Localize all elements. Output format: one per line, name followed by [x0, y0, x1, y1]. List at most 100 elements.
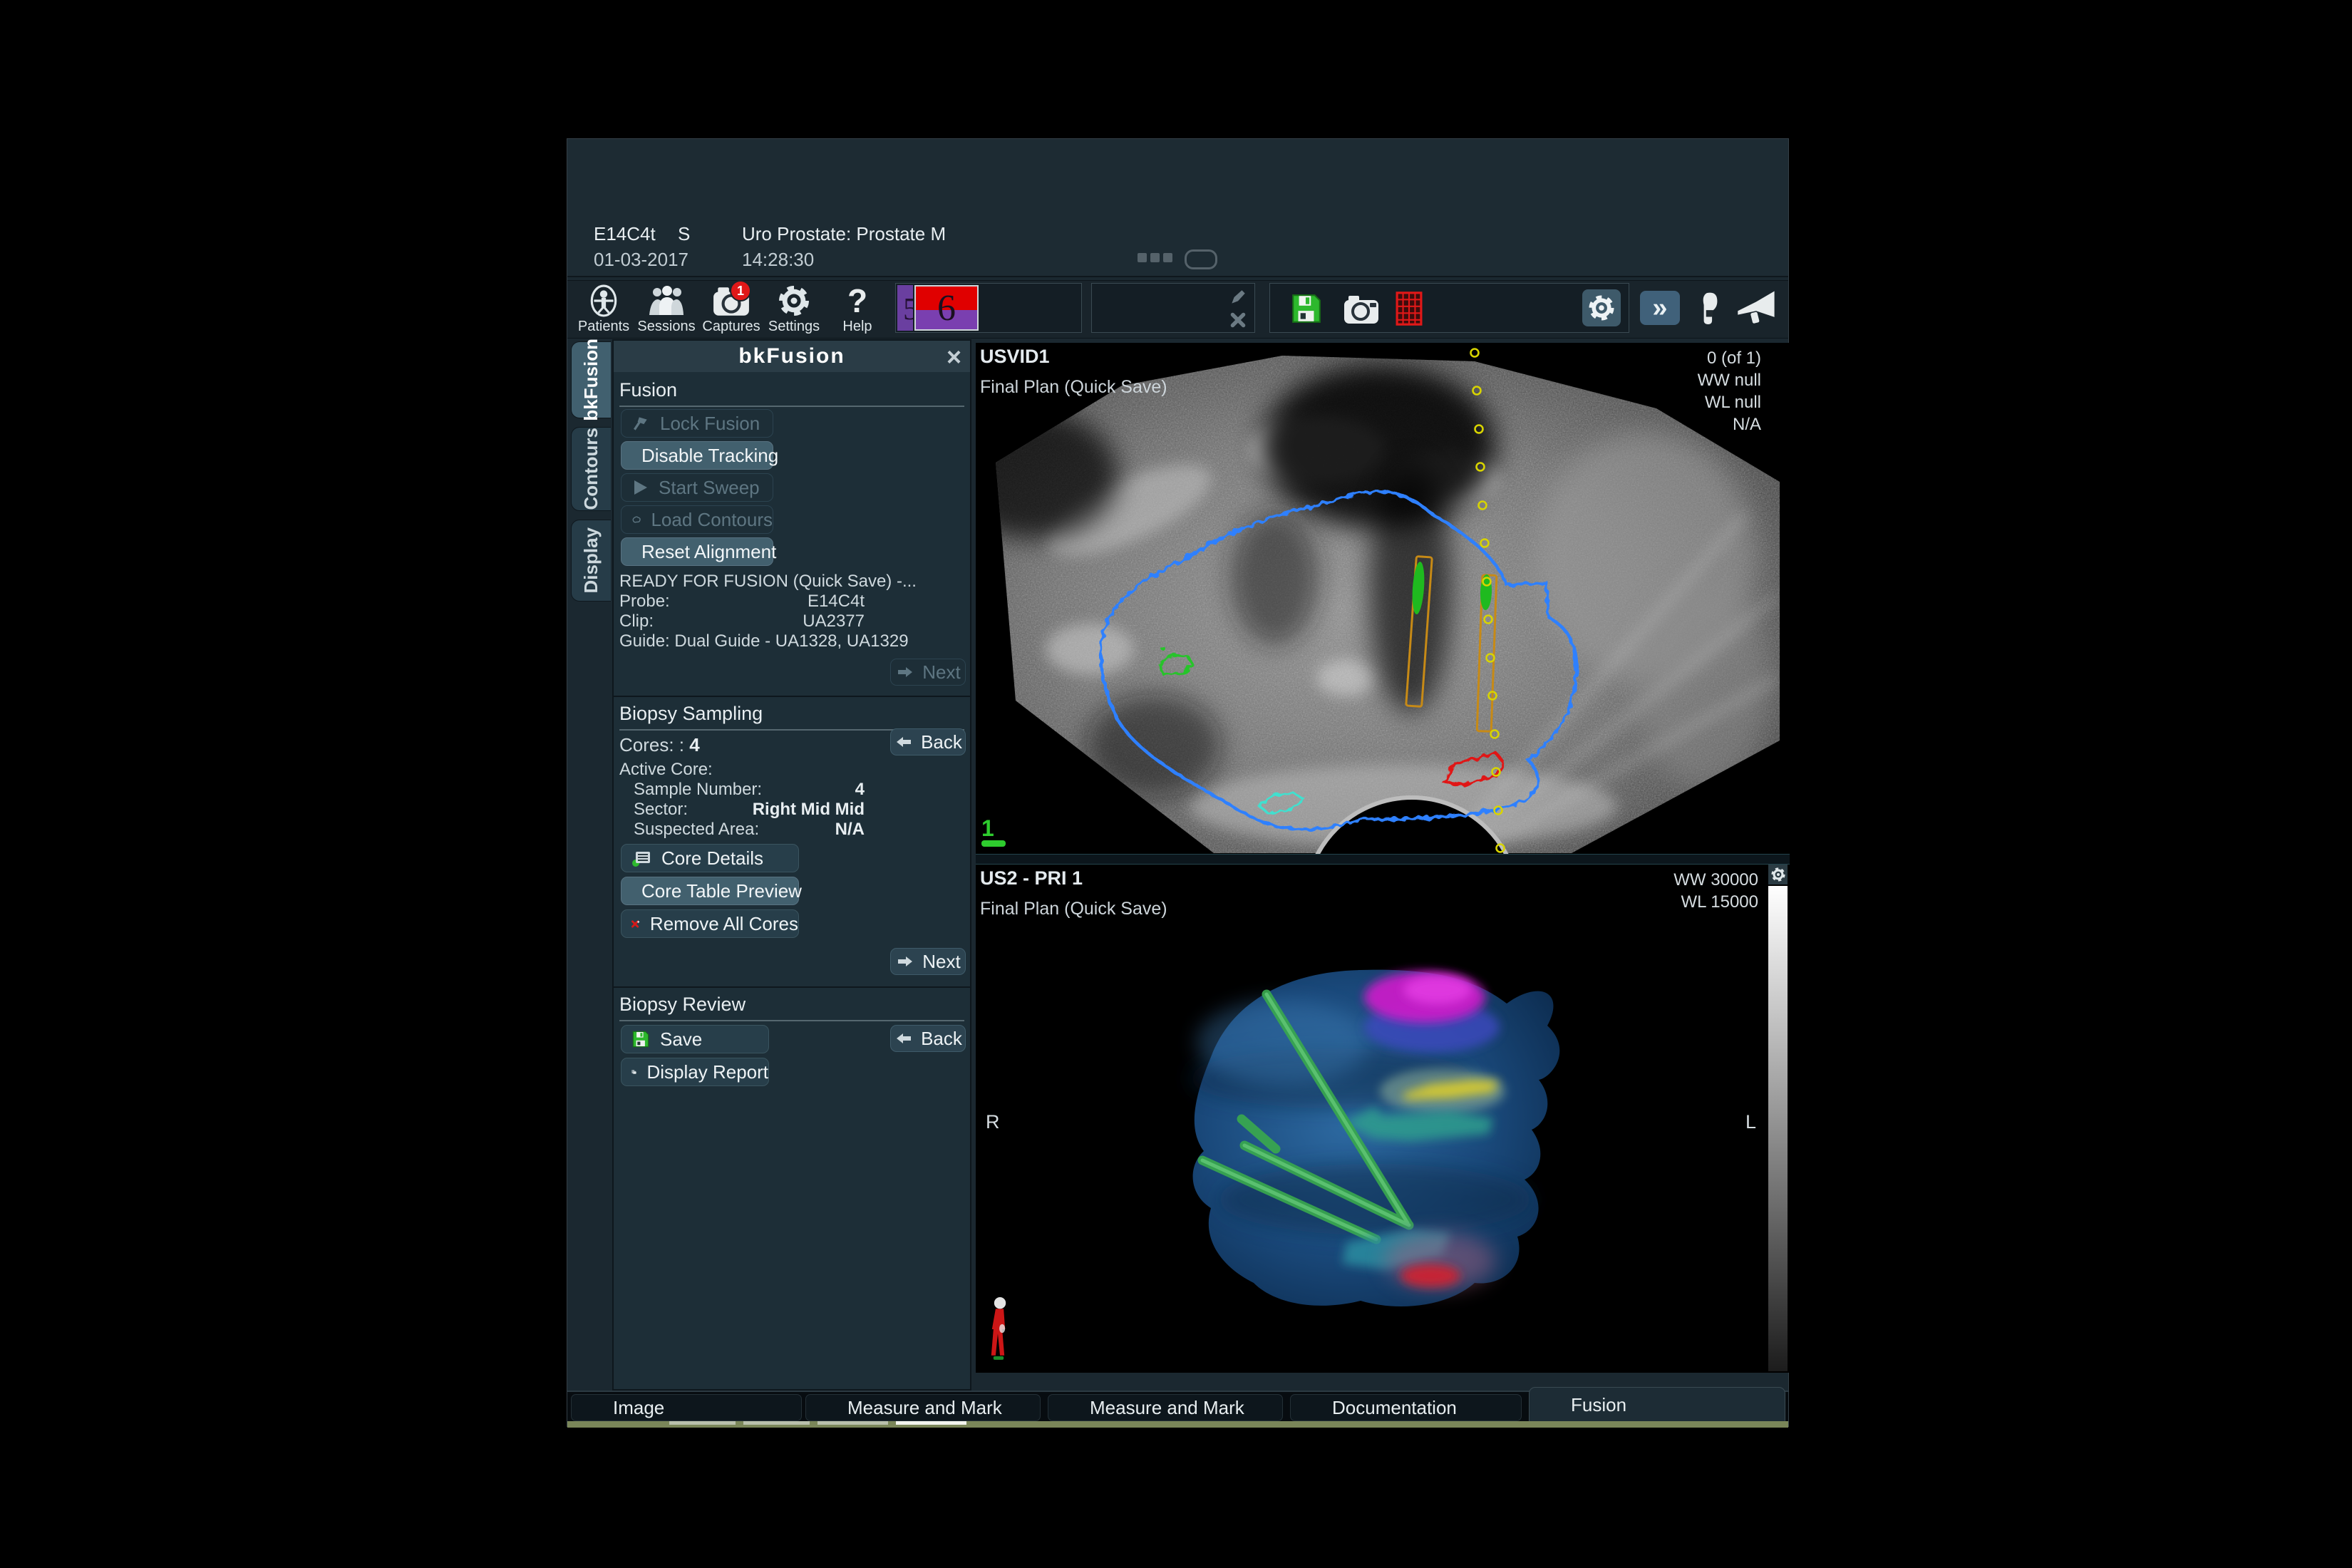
tab-measure-and-mark-1[interactable]: Measure and Mark [805, 1394, 1041, 1421]
app-window: E14C4t S Uro Prostate: Prostate M 01-03-… [567, 138, 1789, 1427]
tab-image[interactable]: Image [571, 1394, 802, 1421]
lock-fusion-button[interactable]: Lock Fusion [621, 409, 773, 438]
arrow-left-icon [894, 1031, 914, 1046]
patient-id: E14C4t [594, 223, 656, 245]
main-toolbar: Patients Sessions 1 Captures Settings ? … [567, 280, 1788, 339]
active-core-label: Active Core: [619, 760, 865, 780]
gear-icon [764, 283, 824, 319]
image-params: WW 30000 WL 15000 [1673, 869, 1758, 913]
orientation-marker: 1 [981, 817, 1006, 847]
clip-row: Clip: UA2377 [619, 612, 865, 631]
pencil-icon[interactable] [1229, 288, 1247, 306]
grayscale-bar[interactable] [1768, 886, 1788, 1371]
fusion-status-line: READY FOR FUSION (Quick Save) -... [619, 572, 865, 592]
review-back-button[interactable]: Back [890, 1025, 966, 1052]
view-settings-button[interactable] [1582, 289, 1621, 326]
probe-icon[interactable] [1697, 291, 1724, 325]
captures-count-badge: 1 [730, 280, 751, 301]
view-name: US2 - PRI 1 [980, 867, 1083, 889]
patient-orientation-figure [987, 1296, 1010, 1366]
probe-row: Probe: E14C4t [619, 592, 865, 612]
status-dots-icon [1138, 253, 1147, 262]
announcement-icon[interactable] [1735, 289, 1779, 326]
snapshot-camera-icon[interactable] [1343, 294, 1380, 325]
tab-measure-and-mark-2[interactable]: Measure and Mark [1048, 1394, 1283, 1421]
gear-icon [1587, 294, 1616, 322]
question-mark-icon: ? [827, 283, 887, 319]
segment-red [1401, 1264, 1460, 1287]
study-date: 01-03-2017 [594, 249, 688, 271]
fusion-section-header: Fusion [619, 379, 964, 407]
capture-thumbnail-strip: 5 6 [895, 283, 1082, 333]
patients-button[interactable]: Patients [574, 283, 634, 336]
study-description: Uro Prostate: Prostate M [742, 223, 946, 245]
image-viewport: USVID1 Final Plan (Quick Save) 0 (of 1) … [976, 343, 1790, 1373]
ultrasound-view-usvid1[interactable]: USVID1 Final Plan (Quick Save) 0 (of 1) … [976, 343, 1790, 854]
sample-number-row: Sample Number: 4 [634, 780, 865, 800]
biopsy-review-header: Biopsy Review [619, 994, 964, 1021]
ultrasound-fan-image [976, 343, 1790, 854]
start-sweep-button[interactable]: Start Sweep [621, 473, 773, 502]
side-tab-contours[interactable]: Contours [571, 427, 611, 511]
fusion-next-button[interactable]: Next [890, 659, 966, 686]
arrow-left-icon [894, 735, 914, 749]
core-table-preview-button[interactable]: Core Table Preview [621, 877, 799, 905]
arrow-right-icon [895, 665, 915, 679]
window-bottom-strip [567, 1421, 1788, 1428]
help-button[interactable]: ? Help [827, 283, 887, 336]
grid-capture-icon[interactable] [1396, 291, 1423, 326]
bottom-tab-bar: Image Measure and Mark Measure and Mark … [567, 1391, 1788, 1423]
sessions-icon [636, 283, 696, 319]
close-icon[interactable]: × [947, 342, 963, 372]
core-details-icon [631, 849, 651, 867]
grayscale-settings-button[interactable] [1768, 865, 1788, 884]
thumbnail-6[interactable]: 6 [914, 285, 979, 331]
patients-icon [574, 283, 634, 319]
view-name: USVID1 [980, 346, 1050, 368]
thumbnail-5[interactable]: 5 [897, 285, 913, 331]
side-tab-bkfusion[interactable]: bkFusion [571, 341, 611, 418]
tab-fusion[interactable]: Fusion [1529, 1387, 1785, 1423]
expand-toolbar-button[interactable]: » [1640, 291, 1680, 325]
sector-row: Sector: Right Mid Mid [634, 800, 865, 820]
plan-label: Final Plan (Quick Save) [980, 377, 1167, 398]
settings-button[interactable]: Settings [764, 283, 824, 336]
biopsy-next-button[interactable]: Next [890, 948, 966, 975]
orientation-right-label: R [986, 1111, 1000, 1133]
panel-title: bkFusion × [614, 341, 970, 372]
save-button[interactable]: Save [621, 1025, 769, 1053]
plan-label: Final Plan (Quick Save) [980, 899, 1167, 919]
tab-documentation[interactable]: Documentation [1290, 1394, 1522, 1421]
remove-all-cores-button[interactable]: Remove All Cores [621, 909, 799, 938]
core-details-button[interactable]: Core Details [621, 844, 799, 872]
captures-camera-icon: 1 [701, 283, 761, 319]
contour-icon [631, 510, 641, 529]
load-contours-button[interactable]: Load Contours [621, 505, 773, 534]
chevrons-right-icon: » [1652, 294, 1667, 321]
suspected-area-row: Suspected Area: N/A [634, 820, 865, 840]
view-divider[interactable] [976, 854, 1790, 865]
status-oval-icon [1185, 249, 1217, 269]
floppy-save-icon [631, 1030, 650, 1048]
disable-tracking-button[interactable]: Disable Tracking [621, 441, 773, 470]
status-dots-icon [1163, 253, 1172, 262]
patient-bar: E14C4t S Uro Prostate: Prostate M 01-03-… [567, 139, 1788, 277]
sessions-button[interactable]: Sessions [636, 283, 696, 336]
report-pages-icon [631, 1062, 636, 1082]
captures-button[interactable]: 1 Captures [701, 283, 761, 336]
save-clip-icon[interactable] [1290, 292, 1323, 325]
patient-flag: S [678, 223, 690, 245]
play-icon [631, 479, 649, 496]
image-params: 0 (of 1) WW null WL null N/A [1698, 347, 1761, 435]
display-report-button[interactable]: Display Report [621, 1058, 769, 1086]
3d-model-view-us2[interactable]: US2 - PRI 1 Final Plan (Quick Save) WW 3… [976, 865, 1790, 1373]
side-tab-display[interactable]: Display [571, 520, 611, 602]
biopsy-back-button[interactable]: Back [890, 728, 966, 755]
prostate-3d-model [976, 865, 1790, 1373]
gear-icon [1770, 867, 1786, 882]
annotation-box [1091, 283, 1255, 333]
clear-x-icon[interactable] [1229, 311, 1247, 329]
biopsy-sampling-header: Biopsy Sampling [619, 703, 964, 731]
reset-alignment-button[interactable]: Reset Alignment [621, 537, 773, 566]
cores-count: Cores: : 4 [619, 734, 700, 756]
